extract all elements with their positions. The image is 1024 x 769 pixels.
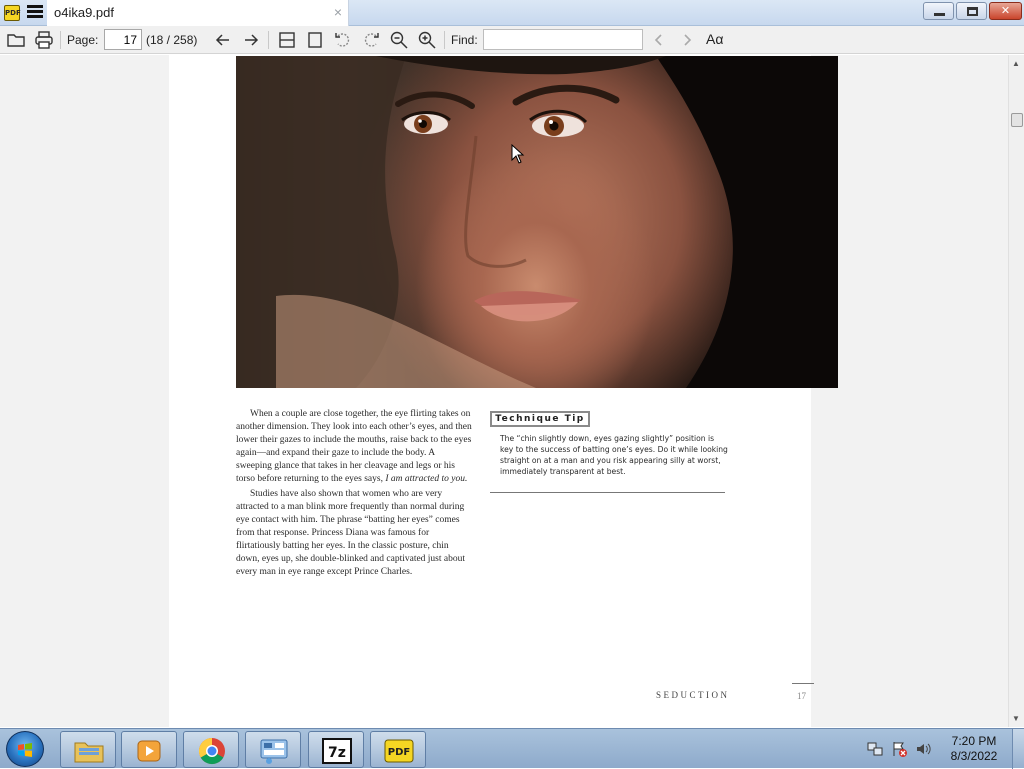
- footer-rule: [792, 683, 814, 684]
- find-next-icon[interactable]: [677, 30, 697, 50]
- body-paragraph-1: When a couple are close together, the ey…: [236, 409, 472, 484]
- font-settings-button[interactable]: Aα: [706, 31, 723, 47]
- vertical-scrollbar[interactable]: ▲ ▼: [1008, 55, 1024, 727]
- portrait-photo: [236, 56, 838, 388]
- taskbar-pdf-reader[interactable]: PDF: [370, 731, 426, 768]
- folder-icon: [74, 742, 104, 763]
- scroll-thumb[interactable]: [1011, 113, 1023, 127]
- scroll-down-icon[interactable]: ▼: [1012, 714, 1020, 723]
- back-arrow-icon[interactable]: [213, 30, 233, 50]
- open-folder-icon[interactable]: [6, 30, 26, 50]
- rotate-left-icon[interactable]: [333, 30, 353, 50]
- mouse-cursor-icon: [511, 144, 525, 164]
- zoom-in-icon[interactable]: [417, 30, 437, 50]
- zoom-out-icon[interactable]: [389, 30, 409, 50]
- chrome-icon: [198, 737, 225, 765]
- fit-width-icon[interactable]: [277, 30, 297, 50]
- print-icon[interactable]: [34, 30, 54, 50]
- maximize-button[interactable]: [956, 2, 987, 20]
- svg-text:7z: 7z: [328, 745, 346, 761]
- page-label: Page:: [67, 33, 99, 47]
- find-input[interactable]: [483, 29, 643, 50]
- scroll-up-icon[interactable]: ▲: [1012, 59, 1020, 68]
- taskbar: 7z PDF 7:20 PM 8/3/2022: [0, 728, 1024, 769]
- document-tab[interactable]: o4ika9.pdf ×: [47, 0, 349, 26]
- fit-page-icon[interactable]: [305, 30, 325, 50]
- toolbar: Page: (18 / 258) Find: Aα: [0, 26, 1024, 54]
- taskbar-media-player[interactable]: [121, 731, 177, 768]
- find-label: Find:: [451, 33, 478, 47]
- forward-arrow-icon[interactable]: [241, 30, 261, 50]
- taskbar-file-explorer[interactable]: [60, 731, 116, 768]
- volume-icon[interactable]: [915, 741, 931, 757]
- tab-close-icon[interactable]: ×: [334, 4, 342, 20]
- clock-time: 7:20 PM: [951, 734, 997, 748]
- body-text-column: When a couple are close together, the ey…: [236, 408, 472, 582]
- pdf-app-icon[interactable]: PDF: [4, 5, 21, 21]
- action-center-flag-icon[interactable]: [891, 741, 907, 757]
- svg-text:PDF: PDF: [388, 747, 410, 758]
- taskbar-7zip[interactable]: 7z: [308, 731, 364, 768]
- divider: [490, 492, 725, 493]
- rotate-right-icon[interactable]: [361, 30, 381, 50]
- page-number: 17: [797, 691, 806, 701]
- taskbar-chrome[interactable]: [183, 731, 239, 768]
- document-viewer[interactable]: When a couple are close together, the ey…: [0, 55, 1024, 727]
- page-count: (18 / 258): [146, 33, 198, 47]
- 7zip-icon: 7z: [322, 738, 352, 764]
- technique-tip-heading: Technique Tip: [490, 411, 590, 427]
- italic-phrase: I am attracted to you.: [385, 473, 468, 484]
- clock-date: 8/3/2022: [950, 749, 998, 763]
- pdf-reader-icon: PDF: [384, 739, 414, 763]
- close-window-button[interactable]: ✕: [989, 2, 1022, 20]
- media-player-icon: [137, 740, 161, 762]
- system-clock[interactable]: 7:20 PM 8/3/2022: [944, 734, 1004, 764]
- running-footer: SEDUCTION: [656, 690, 730, 700]
- find-previous-icon[interactable]: [649, 30, 669, 50]
- minimize-button[interactable]: [923, 2, 954, 20]
- tab-title: o4ika9.pdf: [54, 5, 114, 20]
- network-icon[interactable]: [867, 741, 883, 757]
- body-paragraph-2: Studies have also shown that women who a…: [236, 489, 466, 577]
- pdf-page: When a couple are close together, the ey…: [169, 55, 838, 727]
- show-desktop-button[interactable]: [1012, 729, 1024, 769]
- hamburger-menu-icon[interactable]: [27, 5, 43, 21]
- technique-tip-text: The “chin slightly down, eyes gazing sli…: [500, 434, 728, 476]
- page-number-input[interactable]: [104, 29, 142, 50]
- taskbar-control-panel[interactable]: [245, 731, 301, 768]
- start-button[interactable]: [6, 731, 44, 767]
- title-bar: PDF o4ika9.pdf × ✕: [0, 0, 1024, 26]
- control-panel-icon: [260, 739, 288, 764]
